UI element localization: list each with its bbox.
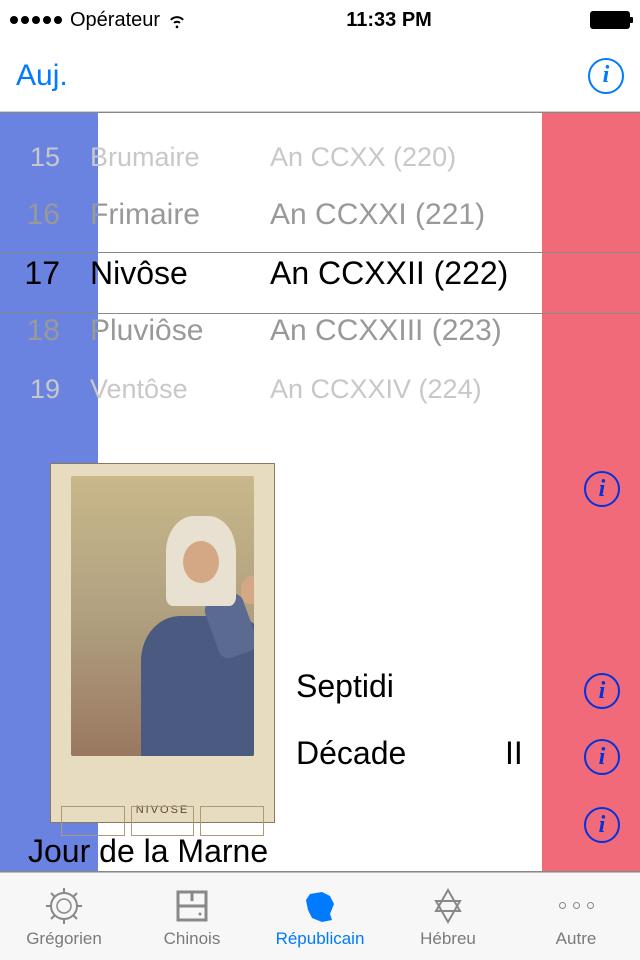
- details-section: NIVOSE i Septidi i Décade II i Jour de l…: [0, 463, 640, 871]
- battery-icon: [590, 11, 630, 29]
- picker-year: An CCXXI (221): [270, 198, 640, 232]
- france-map-icon: [299, 885, 341, 927]
- picker-year: An CCXX (220): [270, 142, 640, 173]
- picker-selection-lines: [0, 252, 640, 314]
- tab-republicain[interactable]: Républicain: [256, 873, 384, 960]
- tab-gregorien[interactable]: Grégorien: [0, 873, 128, 960]
- tab-autre[interactable]: Autre: [512, 873, 640, 960]
- info-button-jour[interactable]: i: [584, 807, 620, 843]
- status-right: [590, 11, 630, 29]
- nav-bar: Auj. i: [0, 40, 640, 112]
- tab-label: Autre: [556, 929, 597, 949]
- picker-year: An CCXXIII (223): [270, 314, 640, 348]
- tab-hebreu[interactable]: Hébreu: [384, 873, 512, 960]
- tab-label: Chinois: [164, 929, 221, 949]
- picker-day: 19: [0, 374, 90, 405]
- picker-row[interactable]: 15 Brumaire An CCXX (220): [0, 128, 640, 186]
- star-of-david-icon: [427, 885, 469, 927]
- month-illustration[interactable]: NIVOSE: [50, 463, 275, 823]
- wifi-icon: [166, 9, 188, 31]
- today-button[interactable]: Auj.: [16, 59, 68, 93]
- sun-gear-icon: [43, 885, 85, 927]
- picker-day: 18: [0, 314, 90, 348]
- signal-dots-icon: [10, 16, 62, 24]
- picker-row[interactable]: 16 Frimaire An CCXXI (221): [0, 186, 640, 244]
- decade-label: Décade: [296, 735, 406, 772]
- info-button-nav[interactable]: i: [588, 58, 624, 94]
- status-left: Opérateur: [10, 9, 188, 32]
- more-icon: [555, 885, 597, 927]
- jour-label: Jour de la Marne: [28, 833, 268, 870]
- date-picker[interactable]: 15 Brumaire An CCXX (220) 16 Frimaire An…: [0, 128, 640, 418]
- tab-chinois[interactable]: Chinois: [128, 873, 256, 960]
- clock-label: 11:33 PM: [346, 9, 432, 32]
- info-button-decade[interactable]: i: [584, 739, 620, 775]
- carrier-label: Opérateur: [70, 9, 160, 32]
- content-area: 15 Brumaire An CCXX (220) 16 Frimaire An…: [0, 112, 640, 872]
- tab-bar: Grégorien Chinois Républicain Hébreu Aut…: [0, 872, 640, 960]
- picker-month: Pluviôse: [90, 314, 270, 348]
- info-button-month[interactable]: i: [584, 471, 620, 507]
- decade-value: II: [505, 735, 523, 772]
- picker-row[interactable]: 19 Ventôse An CCXXIV (224): [0, 360, 640, 418]
- picker-month: Ventôse: [90, 374, 270, 405]
- tab-label: Grégorien: [26, 929, 102, 949]
- cjk-character-icon: [171, 885, 213, 927]
- day-name-label: Septidi: [296, 668, 394, 705]
- picker-month: Brumaire: [90, 142, 270, 173]
- picker-day: 16: [0, 198, 90, 232]
- tab-label: Hébreu: [420, 929, 476, 949]
- picker-day: 15: [0, 142, 90, 173]
- status-bar: Opérateur 11:33 PM: [0, 0, 640, 40]
- picker-year: An CCXXIV (224): [270, 374, 640, 405]
- info-button-dayname[interactable]: i: [584, 673, 620, 709]
- picker-month: Frimaire: [90, 198, 270, 232]
- tab-label: Républicain: [276, 929, 365, 949]
